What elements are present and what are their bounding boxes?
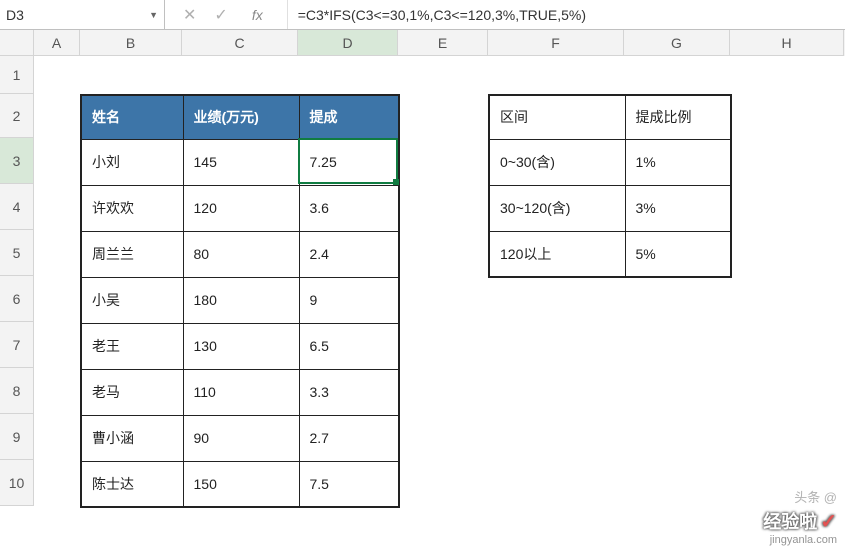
cell[interactable]: 145	[183, 139, 299, 185]
cell[interactable]: 80	[183, 231, 299, 277]
cell[interactable]: 2.4	[299, 231, 399, 277]
name-box[interactable]: D3 ▼	[0, 0, 165, 29]
table-row: 曹小涵902.7	[81, 415, 399, 461]
table-header-row: 区间 提成比例	[489, 95, 731, 139]
row-header-2[interactable]: 2	[0, 94, 34, 138]
col-header-C[interactable]: C	[182, 30, 298, 56]
reference-table: 区间 提成比例 0~30(含)1% 30~120(含)3% 120以上5%	[488, 94, 732, 278]
cell[interactable]: 5%	[625, 231, 731, 277]
data-table: 姓名 业绩(万元) 提成 小刘1457.25 许欢欢1203.6 周兰兰802.…	[80, 94, 400, 508]
col-header-D[interactable]: D	[298, 30, 398, 56]
cell[interactable]: 曹小涵	[81, 415, 183, 461]
accept-icon[interactable]: ✓	[214, 5, 227, 25]
cell[interactable]: 130	[183, 323, 299, 369]
check-icon: ✓	[820, 509, 837, 534]
col-header-G[interactable]: G	[624, 30, 730, 56]
col-header-E[interactable]: E	[398, 30, 488, 56]
row-header-6[interactable]: 6	[0, 276, 34, 322]
table-row: 30~120(含)3%	[489, 185, 731, 231]
formula-buttons: ✕ ✓ fx	[165, 0, 288, 29]
row-header-5[interactable]: 5	[0, 230, 34, 276]
table-row: 陈士达1507.5	[81, 461, 399, 507]
cell[interactable]: 陈士达	[81, 461, 183, 507]
row-headers: 1 2 3 4 5 6 7 8 9 10	[0, 56, 34, 506]
header-rate[interactable]: 提成比例	[625, 95, 731, 139]
cell[interactable]: 7.5	[299, 461, 399, 507]
cell[interactable]: 2.7	[299, 415, 399, 461]
row-header-7[interactable]: 7	[0, 322, 34, 368]
table-row: 老马1103.3	[81, 369, 399, 415]
table-row: 许欢欢1203.6	[81, 185, 399, 231]
watermark-site: jingyanla.com	[770, 534, 837, 546]
cancel-icon[interactable]: ✕	[183, 5, 196, 25]
cell[interactable]: 6.5	[299, 323, 399, 369]
cell[interactable]: 30~120(含)	[489, 185, 625, 231]
row-header-9[interactable]: 9	[0, 414, 34, 460]
header-range[interactable]: 区间	[489, 95, 625, 139]
cell[interactable]: 180	[183, 277, 299, 323]
col-header-F[interactable]: F	[488, 30, 624, 56]
cell[interactable]: 3.3	[299, 369, 399, 415]
row-header-1[interactable]: 1	[0, 56, 34, 94]
column-headers: A B C D E F G H	[34, 30, 845, 56]
fx-icon[interactable]: fx	[246, 7, 269, 23]
table-row: 周兰兰802.4	[81, 231, 399, 277]
cell[interactable]: 3.6	[299, 185, 399, 231]
name-box-value: D3	[6, 7, 149, 23]
cell[interactable]: 小吴	[81, 277, 183, 323]
cell[interactable]: 7.25	[299, 139, 399, 185]
watermark-brand: 经验啦	[763, 508, 817, 534]
cell[interactable]: 小刘	[81, 139, 183, 185]
row-header-4[interactable]: 4	[0, 184, 34, 230]
watermark-author: 头条 @	[794, 487, 837, 506]
cell[interactable]: 120	[183, 185, 299, 231]
table-header-row: 姓名 业绩(万元) 提成	[81, 95, 399, 139]
cell[interactable]: 9	[299, 277, 399, 323]
col-header-B[interactable]: B	[80, 30, 182, 56]
table-row: 小刘1457.25	[81, 139, 399, 185]
header-name[interactable]: 姓名	[81, 95, 183, 139]
formula-text: =C3*IFS(C3<=30,1%,C3<=120,3%,TRUE,5%)	[298, 7, 586, 23]
cell[interactable]: 120以上	[489, 231, 625, 277]
cell[interactable]: 150	[183, 461, 299, 507]
col-header-H[interactable]: H	[730, 30, 844, 56]
header-performance[interactable]: 业绩(万元)	[183, 95, 299, 139]
cell[interactable]: 3%	[625, 185, 731, 231]
cell[interactable]: 1%	[625, 139, 731, 185]
cell[interactable]: 老马	[81, 369, 183, 415]
formula-bar: D3 ▼ ✕ ✓ fx =C3*IFS(C3<=30,1%,C3<=120,3%…	[0, 0, 845, 30]
row-header-8[interactable]: 8	[0, 368, 34, 414]
cell[interactable]: 90	[183, 415, 299, 461]
row-header-10[interactable]: 10	[0, 460, 34, 506]
row-header-3[interactable]: 3	[0, 138, 34, 184]
cell[interactable]: 周兰兰	[81, 231, 183, 277]
table-row: 小吴1809	[81, 277, 399, 323]
cell[interactable]: 许欢欢	[81, 185, 183, 231]
chevron-down-icon[interactable]: ▼	[149, 10, 158, 20]
table-row: 0~30(含)1%	[489, 139, 731, 185]
watermark: 头条 @ 经验啦 ✓ jingyanla.com	[763, 487, 837, 546]
col-header-A[interactable]: A	[34, 30, 80, 56]
cell[interactable]: 110	[183, 369, 299, 415]
cell[interactable]: 老王	[81, 323, 183, 369]
table-row: 120以上5%	[489, 231, 731, 277]
formula-input[interactable]: =C3*IFS(C3<=30,1%,C3<=120,3%,TRUE,5%)	[288, 0, 845, 29]
header-commission[interactable]: 提成	[299, 95, 399, 139]
select-all-corner[interactable]	[0, 30, 34, 56]
cell[interactable]: 0~30(含)	[489, 139, 625, 185]
table-row: 老王1306.5	[81, 323, 399, 369]
sheet-area[interactable]: 姓名 业绩(万元) 提成 小刘1457.25 许欢欢1203.6 周兰兰802.…	[34, 56, 845, 506]
